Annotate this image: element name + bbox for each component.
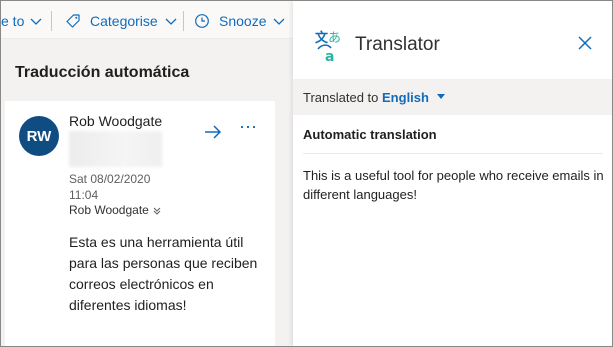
toolbar-divider [183,11,184,31]
command-toolbar: e to Categorise Snooze [1,1,293,39]
chevron-down-icon [274,18,285,25]
chevron-down-icon [153,207,161,215]
translation-text: This is a useful tool for people who rec… [303,168,604,202]
email-pane: e to Categorise Snooze Traducción automá… [1,1,293,346]
recipient-name: Rob Woodgate [69,203,149,217]
move-to-label: e to [1,13,25,29]
svg-text:文: 文 [315,30,329,46]
language-bar: Translated to English [293,79,612,115]
message-time: 11:04 [69,188,99,202]
sender-name[interactable]: Rob Woodgate [69,113,162,129]
tag-icon [66,14,80,28]
divider [303,153,603,154]
email-subject: Traducción automática [15,64,190,81]
message-body: Esta es una herramienta útil para las pe… [69,234,258,313]
categorise-button[interactable]: Categorise [65,11,178,31]
redacted-email-address [69,131,162,167]
message-date: Sat 08/02/2020 [69,172,151,186]
translation-heading: Automatic translation [303,127,437,142]
close-icon[interactable] [577,35,593,51]
message-timestamp: Sat 08/02/2020 11:04 [69,171,150,203]
target-language[interactable]: English [382,90,429,105]
more-icon[interactable]: ⋯ [239,117,258,138]
language-selector[interactable]: Translated to English [303,90,445,105]
move-to-button[interactable]: e to [1,11,43,31]
snooze-button[interactable]: Snooze [194,11,286,31]
translator-title: Translator [355,34,440,55]
forward-arrow-icon[interactable] [202,121,224,143]
translator-logo-icon: 文 あ a [315,30,341,62]
avatar[interactable]: RW [19,116,59,156]
categorise-label: Categorise [90,13,158,29]
snooze-label: Snooze [219,13,267,29]
translator-panel: 文 あ a Translator Translated to English A… [293,1,612,346]
clock-icon [195,14,209,28]
chevron-down-icon [165,18,177,25]
translated-to-label: Translated to [303,90,383,105]
caret-down-icon[interactable] [436,94,445,100]
message-card: RW Rob Woodgate Sat 08/02/2020 11:04 Rob… [5,101,275,346]
svg-text:あ: あ [328,31,341,46]
toolbar-divider [51,11,52,31]
chevron-down-icon [30,18,42,25]
svg-text:a: a [325,49,334,62]
recipient-line[interactable]: Rob Woodgate [69,203,162,217]
